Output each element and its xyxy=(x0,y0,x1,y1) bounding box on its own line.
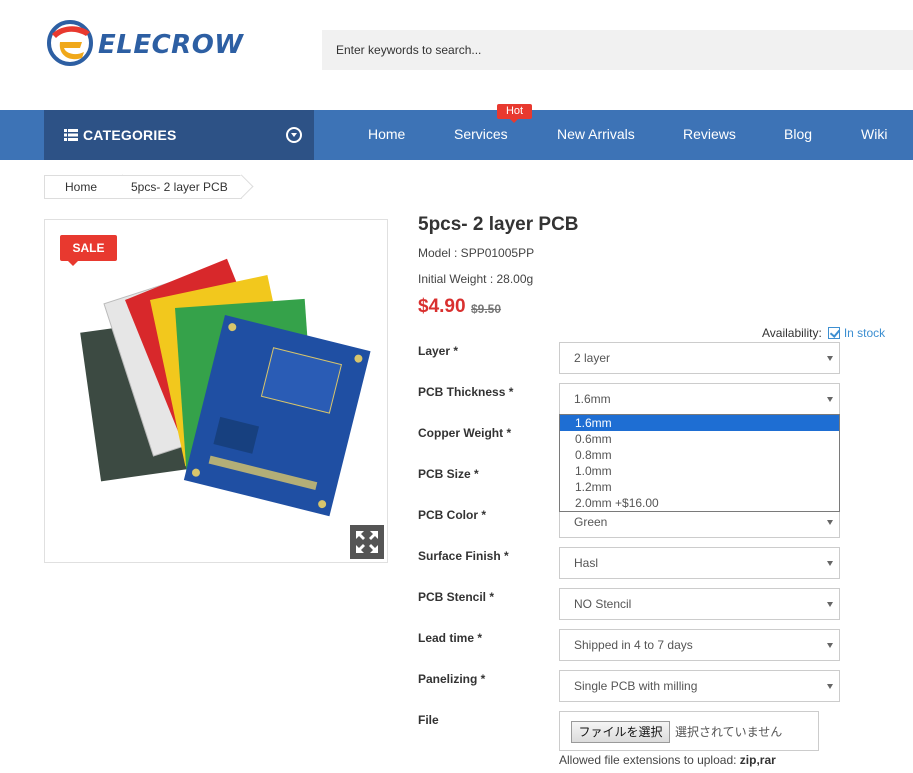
product-old-price: $9.50 xyxy=(471,302,502,316)
dropdown-option[interactable]: 0.8mm xyxy=(560,447,839,463)
dropdown-option[interactable]: 1.2mm xyxy=(560,479,839,495)
list-icon xyxy=(64,129,78,141)
thickness-dropdown-list: 1.6mm 0.6mm 0.8mm 1.0mm 1.2mm 2.0mm +$16… xyxy=(559,414,840,512)
surface-finish-select[interactable]: Hasl xyxy=(559,547,840,579)
allowed-extensions: Allowed file extensions to upload: zip,r… xyxy=(559,753,776,767)
availability: Availability: In stock xyxy=(762,326,885,340)
hot-badge: Hot xyxy=(497,104,532,123)
product-image[interactable]: SALE xyxy=(44,219,388,563)
pcb-stack-image xyxy=(80,258,371,517)
option-label-panelizing: Panelizing * xyxy=(418,672,486,686)
sale-badge: SALE xyxy=(60,235,117,266)
file-status: 選択されていません xyxy=(675,725,783,739)
availability-label: Availability: xyxy=(762,326,822,340)
option-label-layer: Layer * xyxy=(418,344,459,358)
availability-value: In stock xyxy=(843,326,886,340)
option-label-lead-time: Lead time * xyxy=(418,631,483,645)
nav-wiki[interactable]: Wiki xyxy=(861,126,887,142)
logo-mark-icon xyxy=(47,20,93,66)
main-nav: CATEGORIES Home Services New Arrivals Re… xyxy=(0,110,913,160)
option-label-pcb-size: PCB Size * xyxy=(418,467,479,481)
chevron-circle-down-icon[interactable] xyxy=(286,127,302,143)
nav-new-arrivals[interactable]: New Arrivals xyxy=(557,126,635,142)
checkbox-icon xyxy=(827,327,840,339)
categories-label: CATEGORIES xyxy=(83,127,177,143)
choose-file-button[interactable]: ファイルを選択 xyxy=(571,721,670,743)
product-price: $4.90 xyxy=(418,296,466,317)
panelizing-select[interactable]: Single PCB with milling xyxy=(559,670,840,702)
dropdown-option[interactable]: 1.0mm xyxy=(560,463,839,479)
file-label: File xyxy=(418,713,439,727)
nav-home[interactable]: Home xyxy=(368,126,405,142)
file-upload: ファイルを選択 選択されていません xyxy=(559,711,819,751)
expand-icon[interactable] xyxy=(350,525,384,559)
option-label-pcb-color: PCB Color * xyxy=(418,508,487,522)
nav-blog[interactable]: Blog xyxy=(784,126,812,142)
product-title: 5pcs- 2 layer PCB xyxy=(418,214,579,235)
stencil-select[interactable]: NO Stencil xyxy=(559,588,840,620)
logo-text: ELECROW xyxy=(98,30,244,60)
option-label-copper-weight: Copper Weight * xyxy=(418,426,512,440)
categories-menu[interactable]: CATEGORIES xyxy=(44,110,314,160)
dropdown-option[interactable]: 0.6mm xyxy=(560,431,839,447)
dropdown-option[interactable]: 1.6mm xyxy=(560,415,839,431)
layer-select[interactable]: 2 layer xyxy=(559,342,840,374)
allowed-extensions-value: zip,rar xyxy=(739,753,776,767)
option-label-surface-finish: Surface Finish * xyxy=(418,549,509,563)
option-label-stencil: PCB Stencil * xyxy=(418,590,495,604)
product-weight: Initial Weight : 28.00g xyxy=(418,272,534,286)
thickness-select[interactable]: 1.6mm xyxy=(559,383,840,415)
option-label-thickness: PCB Thickness * xyxy=(418,385,514,399)
allowed-extensions-label: Allowed file extensions to upload: xyxy=(559,753,740,767)
nav-services[interactable]: Services xyxy=(454,126,508,142)
search-input[interactable] xyxy=(322,30,913,70)
breadcrumb-current: 5pcs- 2 layer PCB xyxy=(112,175,242,199)
elecrow-logo[interactable]: ELECROW xyxy=(46,20,246,66)
lead-time-select[interactable]: Shipped in 4 to 7 days xyxy=(559,629,840,661)
product-model: Model : SPP01005PP xyxy=(418,246,535,260)
nav-reviews[interactable]: Reviews xyxy=(683,126,736,142)
dropdown-option[interactable]: 2.0mm +$16.00 xyxy=(560,495,839,511)
